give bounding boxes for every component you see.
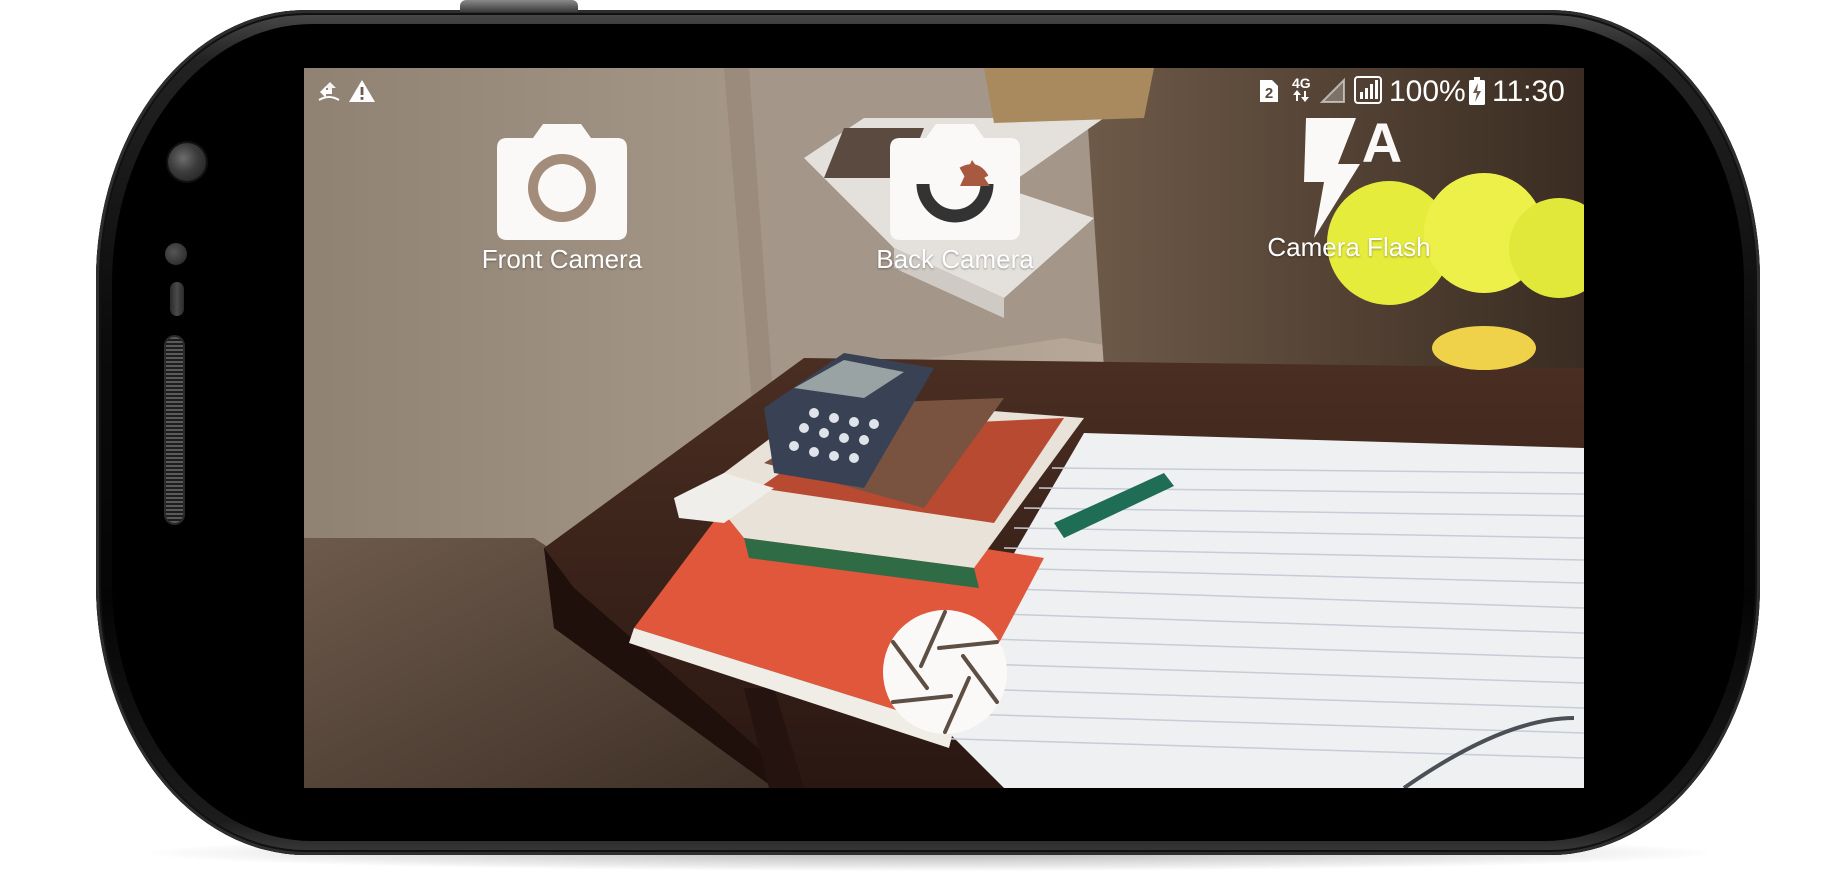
camera-icon bbox=[497, 124, 627, 240]
light-sensor bbox=[170, 282, 184, 316]
proximity-sensor bbox=[165, 243, 187, 265]
battery-percent: 100% bbox=[1389, 75, 1466, 108]
sim-2-label: 2 bbox=[1265, 85, 1273, 102]
network-type-label: 4G bbox=[1292, 75, 1311, 91]
back-camera-button[interactable]: Back Camera bbox=[847, 124, 1063, 275]
camera-flash-button[interactable]: A Camera Flash bbox=[1241, 112, 1457, 263]
shutter-button[interactable] bbox=[881, 608, 1009, 736]
shutter-icon bbox=[883, 610, 1007, 734]
signal-sim2-icon bbox=[1354, 76, 1382, 104]
front-camera-label: Front Camera bbox=[481, 244, 643, 274]
network-4g-icon: 4G bbox=[1292, 76, 1311, 102]
back-camera-label: Back Camera bbox=[876, 244, 1034, 274]
data-transfer-icon bbox=[316, 78, 342, 104]
signal-empty-icon bbox=[1320, 78, 1346, 104]
flash-mode-letter: A bbox=[1362, 112, 1402, 174]
warning-icon bbox=[348, 78, 376, 104]
status-bar: 2 4G 100% 11:30 bbox=[304, 68, 1584, 112]
status-clock: 11:30 bbox=[1492, 75, 1565, 108]
switch-camera-icon bbox=[890, 124, 1020, 240]
front-camera-lens bbox=[168, 143, 206, 181]
phone-screen: 2 4G 100% 11:30 Front Camera Back Camera… bbox=[304, 68, 1584, 788]
battery-charging-icon bbox=[1469, 77, 1485, 105]
speaker-grille bbox=[166, 337, 183, 523]
power-button bbox=[460, 0, 578, 12]
flash-auto-icon: A bbox=[1304, 112, 1402, 238]
front-camera-button[interactable]: Front Camera bbox=[454, 124, 670, 275]
camera-flash-label: Camera Flash bbox=[1267, 232, 1431, 262]
sim-2-icon: 2 bbox=[1258, 78, 1280, 104]
